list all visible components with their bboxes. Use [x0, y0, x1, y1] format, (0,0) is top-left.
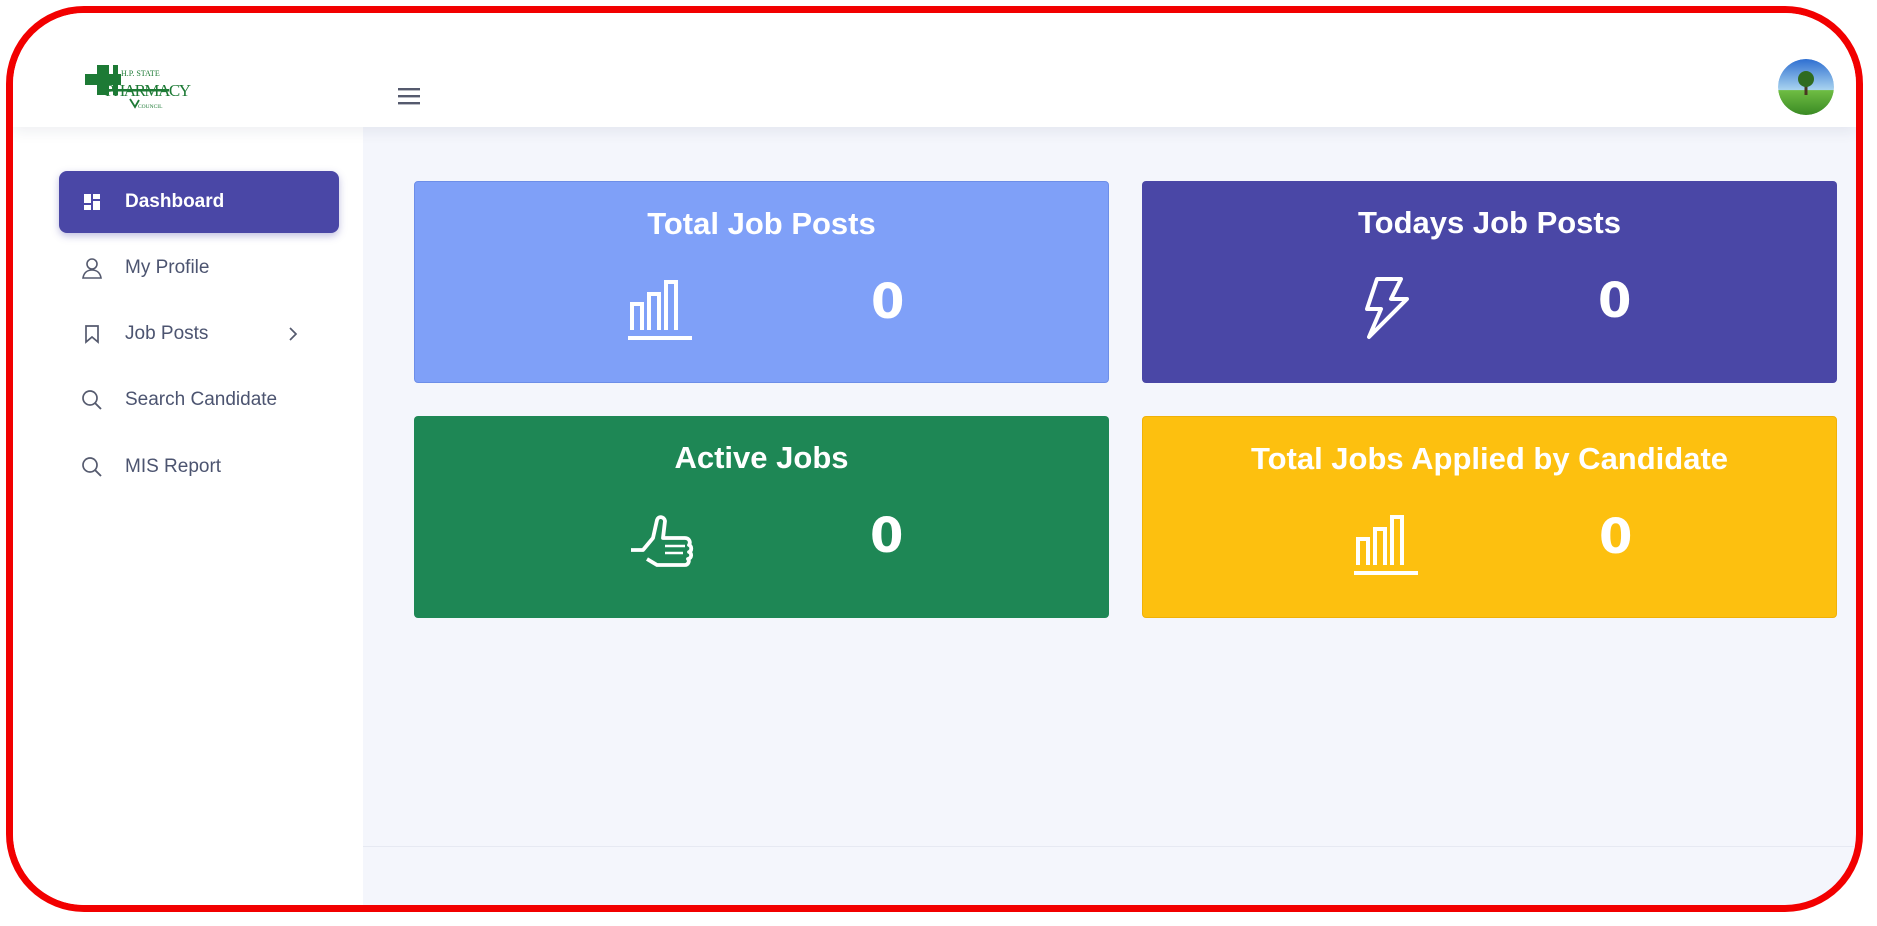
bar-chart-icon: [622, 272, 702, 344]
logo-line3: COUNCIL: [138, 104, 163, 110]
user-avatar[interactable]: [1778, 59, 1834, 115]
card-value: 0: [1599, 509, 1633, 565]
screenshot-frame: H.P. STATE PHARMACY COUNCIL Dashboard My…: [6, 6, 1863, 912]
card-total-jobs-applied[interactable]: Total Jobs Applied by Candidate 0: [1142, 416, 1837, 618]
chevron-right-icon: [285, 323, 301, 345]
sidebar-item-dashboard[interactable]: Dashboard: [59, 171, 339, 233]
sidebar-item-label: My Profile: [125, 257, 210, 278]
user-icon: [81, 257, 103, 279]
card-title: Active Jobs: [674, 440, 849, 475]
card-value: 0: [1598, 273, 1632, 329]
thumbs-up-icon: [627, 506, 707, 578]
pharmacy-council-logo[interactable]: H.P. STATE PHARMACY COUNCIL: [83, 63, 198, 119]
search-icon: [81, 389, 103, 411]
hamburger-icon[interactable]: [396, 85, 422, 107]
sidebar-item-job-posts[interactable]: Job Posts: [59, 303, 339, 365]
card-todays-job-posts[interactable]: Todays Job Posts 0: [1142, 181, 1837, 383]
card-value: 0: [870, 508, 904, 564]
search-icon: [81, 456, 103, 478]
sidebar-item-search-candidate[interactable]: Search Candidate: [59, 369, 339, 431]
top-navbar: H.P. STATE PHARMACY COUNCIL: [13, 13, 1856, 127]
sidebar-item-label: Search Candidate: [125, 389, 278, 410]
sidebar-item-mis-report[interactable]: MIS Report: [59, 436, 339, 498]
card-total-job-posts[interactable]: Total Job Posts 0: [414, 181, 1109, 383]
card-active-jobs[interactable]: Active Jobs 0: [414, 416, 1109, 618]
card-title: Total Job Posts: [647, 206, 876, 241]
lightning-icon: [1355, 271, 1435, 343]
bookmark-icon: [81, 323, 103, 345]
sidebar-item-label: MIS Report: [125, 456, 222, 477]
sidebar-item-my-profile[interactable]: My Profile: [59, 237, 339, 299]
bar-chart-icon: [1348, 507, 1428, 579]
footer-divider: [363, 846, 1856, 847]
dashboard-icon: [81, 191, 103, 213]
logo-line1: H.P. STATE: [121, 69, 160, 78]
logo-line2: PHARMACY: [105, 81, 191, 100]
card-value: 0: [871, 274, 905, 330]
sidebar: Dashboard My Profile Job Posts Search Ca…: [13, 127, 363, 905]
card-title: Todays Job Posts: [1358, 205, 1621, 240]
card-title: Total Jobs Applied by Candidate: [1250, 441, 1729, 476]
sidebar-item-label: Job Posts: [125, 323, 209, 344]
sidebar-item-label: Dashboard: [125, 191, 225, 212]
